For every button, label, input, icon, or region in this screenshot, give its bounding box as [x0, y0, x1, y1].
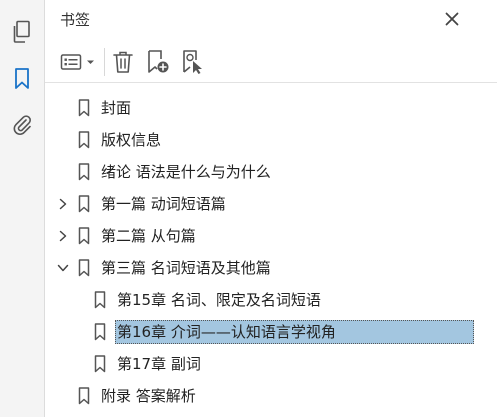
bookmark-icon: [93, 354, 107, 374]
bookmark-icon: [77, 162, 91, 182]
new-bookmark-button[interactable]: [144, 48, 170, 76]
options-menu-icon: [60, 54, 94, 70]
bookmark-label: 第17章 副词: [117, 355, 201, 373]
bookmark-from-selection-icon: [183, 50, 202, 74]
bookmark-item[interactable]: 版权信息: [45, 126, 497, 154]
chevron-right-icon[interactable]: [56, 229, 70, 243]
bookmark-icon[interactable]: [9, 66, 35, 92]
bookmark-label: 第二篇 从句篇: [101, 227, 196, 245]
bookmark-label: 绪论 语法是什么与为什么: [101, 163, 271, 181]
bookmark-icon: [77, 226, 91, 246]
chevron-right-icon[interactable]: [56, 197, 70, 211]
bookmark-item[interactable]: 封面: [45, 94, 497, 122]
attachment-icon[interactable]: [9, 112, 35, 138]
options-menu-button[interactable]: [60, 48, 98, 76]
bookmark-label: 第一篇 动词短语篇: [101, 195, 226, 213]
delete-icon: [113, 51, 133, 73]
bookmark-icon: [77, 194, 91, 214]
bookmark-label: 第16章 介词——认知语言学视角: [117, 323, 336, 341]
bookmark-icon: [93, 322, 107, 342]
close-icon: [445, 12, 459, 26]
bookmark-label: 第15章 名词、限定及名词短语: [117, 291, 321, 309]
bookmark-toolbar: [45, 42, 497, 83]
bookmark-item[interactable]: 第一篇 动词短语篇: [45, 190, 497, 218]
bookmark-item[interactable]: 第二篇 从句篇: [45, 222, 497, 250]
bookmark-label: 版权信息: [101, 131, 162, 149]
chevron-down-icon[interactable]: [56, 261, 70, 275]
bookmarks-panel: 书签 封面 版权信息 绪论 语法是什么与为什么 第一篇 动词短语篇 第二篇 从句…: [45, 0, 497, 417]
toolbar-separator: [104, 48, 105, 76]
bookmark-label: 附录 答案解析: [101, 387, 196, 405]
bookmark-icon: [77, 98, 91, 118]
bookmark-item-selected[interactable]: 第16章 介词——认知语言学视角: [45, 318, 497, 346]
bookmark-item[interactable]: 第15章 名词、限定及名词短语: [45, 286, 497, 314]
bookmark-icon: [77, 386, 91, 406]
bookmark-icon: [77, 130, 91, 150]
close-button[interactable]: [441, 8, 463, 30]
panel-title: 书签: [60, 11, 91, 29]
bookmark-label: 第三篇 名词短语及其他篇: [101, 259, 271, 277]
bookmark-item[interactable]: 第17章 副词: [45, 350, 497, 378]
panel-header: 书签: [45, 0, 497, 36]
bookmark-icon: [93, 290, 107, 310]
bookmark-item[interactable]: 绪论 语法是什么与为什么: [45, 158, 497, 186]
pages-icon[interactable]: [9, 19, 35, 45]
left-rail: [0, 0, 45, 417]
delete-button[interactable]: [111, 48, 135, 76]
bookmark-icon: [77, 258, 91, 278]
bookmark-item[interactable]: 第三篇 名词短语及其他篇: [45, 254, 497, 282]
bookmark-from-selection-button[interactable]: [179, 48, 205, 76]
bookmark-label: 封面: [101, 99, 132, 117]
new-bookmark-icon: [148, 50, 169, 73]
bookmark-item[interactable]: 附录 答案解析: [45, 382, 497, 410]
